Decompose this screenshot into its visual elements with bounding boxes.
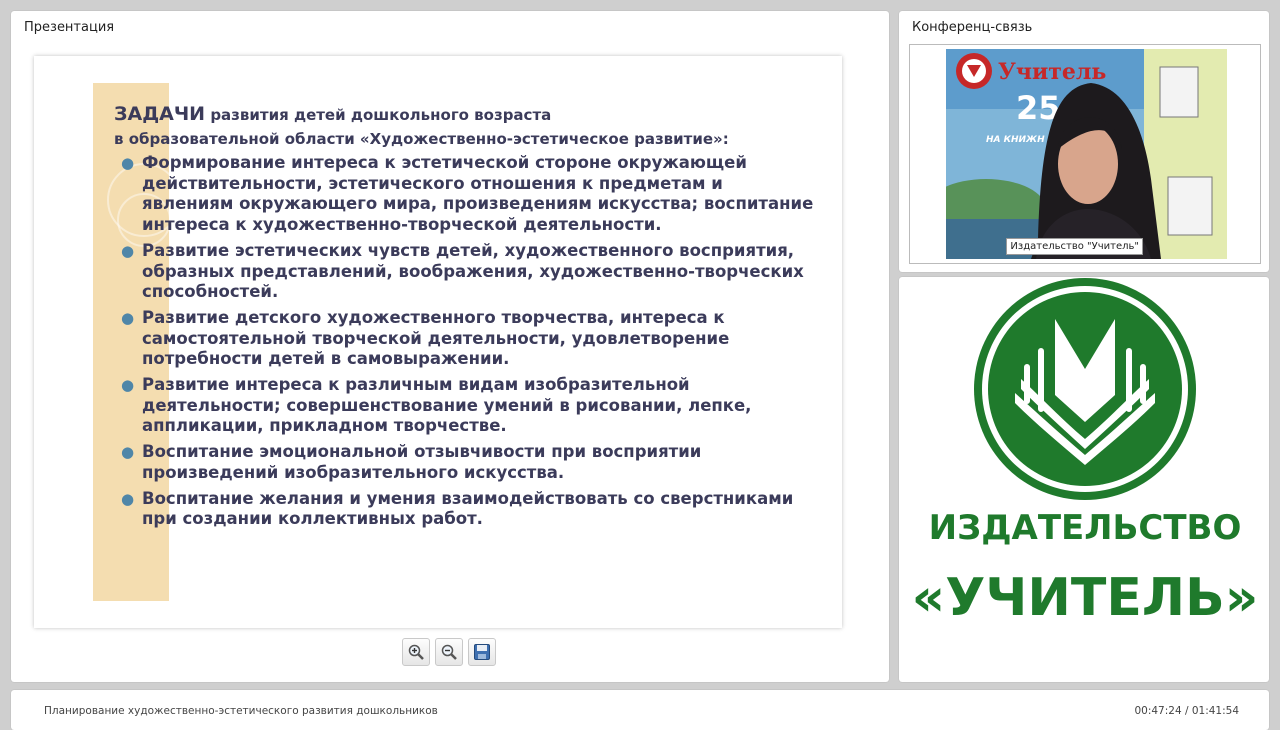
status-bar: Планирование художественно-эстетического… bbox=[11, 690, 1269, 730]
video-frame: Учитель 25 НА КНИЖН Издательство "Учител… bbox=[909, 44, 1261, 264]
task-list: ● Формирование интереса к эстетической ст… bbox=[114, 153, 814, 530]
list-item: ● Развитие детского художественного творч… bbox=[121, 307, 730, 369]
bullet-icon: ● bbox=[121, 376, 135, 395]
slide-toolbar bbox=[402, 638, 496, 668]
logo-line1: ИЗДАТЕЛЬСТВО bbox=[929, 508, 1242, 548]
camera-image: Учитель 25 НА КНИЖН bbox=[946, 49, 1227, 259]
banner-tagline: НА КНИЖН bbox=[986, 135, 1045, 145]
slide-subheading: в образовательной области «Художественно… bbox=[114, 130, 729, 148]
zoom-out-button[interactable] bbox=[435, 638, 463, 666]
bullet-icon: ● bbox=[121, 154, 135, 172]
slide-heading-rest: развития детей дошкольного возраста bbox=[205, 106, 552, 124]
presentation-panel: Презентация ЗАДАЧИ развития детей дошкол… bbox=[11, 11, 889, 682]
slide-content: ЗАДАЧИ развития детей дошкольного возрас… bbox=[114, 104, 814, 535]
video-stream[interactable]: Учитель 25 НА КНИЖН Издательство "Учител… bbox=[946, 49, 1227, 259]
list-item: ● Формирование интереса к эстетической ст… bbox=[121, 153, 814, 235]
publisher-logo-panel: ИЗДАТЕЛЬСТВО «УЧИТЕЛЬ» bbox=[899, 277, 1269, 682]
banner-word: Учитель bbox=[998, 59, 1106, 85]
conference-panel-title: Конференц-связь bbox=[912, 20, 1033, 35]
bullet-icon: ● bbox=[121, 443, 135, 462]
list-item: ● Воспитание эмоциональной отзывчивости п… bbox=[121, 442, 702, 482]
slide-heading: ЗАДАЧИ развития детей дошкольного возрас… bbox=[114, 104, 814, 125]
list-item: ● Развитие эстетических чувств детей, худ… bbox=[121, 240, 804, 302]
zoom-in-button[interactable] bbox=[402, 638, 430, 666]
presentation-panel-title: Презентация bbox=[24, 20, 115, 35]
zoom-out-icon bbox=[441, 644, 457, 660]
slide: ЗАДАЧИ развития детей дошкольного возрас… bbox=[34, 56, 842, 628]
playback-time: 00:47:24 / 01:41:54 bbox=[1134, 705, 1239, 717]
zoom-in-icon bbox=[408, 644, 424, 660]
list-item: ● Развитие интереса к различным видам изо… bbox=[121, 375, 752, 436]
bullet-icon: ● bbox=[121, 489, 135, 508]
publisher-logo: ИЗДАТЕЛЬСТВО «УЧИТЕЛЬ» bbox=[912, 278, 1259, 628]
conference-panel: Конференц-связь Учитель 25 НА КНИЖН Изда… bbox=[899, 11, 1269, 272]
camera-label: Издательство "Учитель" bbox=[1006, 238, 1143, 255]
slide-heading-keyword: ЗАДАЧИ bbox=[114, 103, 206, 125]
bullet-icon: ● bbox=[121, 241, 135, 260]
save-icon bbox=[474, 644, 490, 660]
list-item: ● Воспитание желания и умения взаимодейст… bbox=[121, 488, 794, 529]
bullet-icon: ● bbox=[121, 308, 135, 327]
webinar-title: Планирование художественно-эстетического… bbox=[44, 705, 438, 717]
save-button[interactable] bbox=[468, 638, 496, 666]
logo-line2: «УЧИТЕЛЬ» bbox=[912, 568, 1259, 628]
